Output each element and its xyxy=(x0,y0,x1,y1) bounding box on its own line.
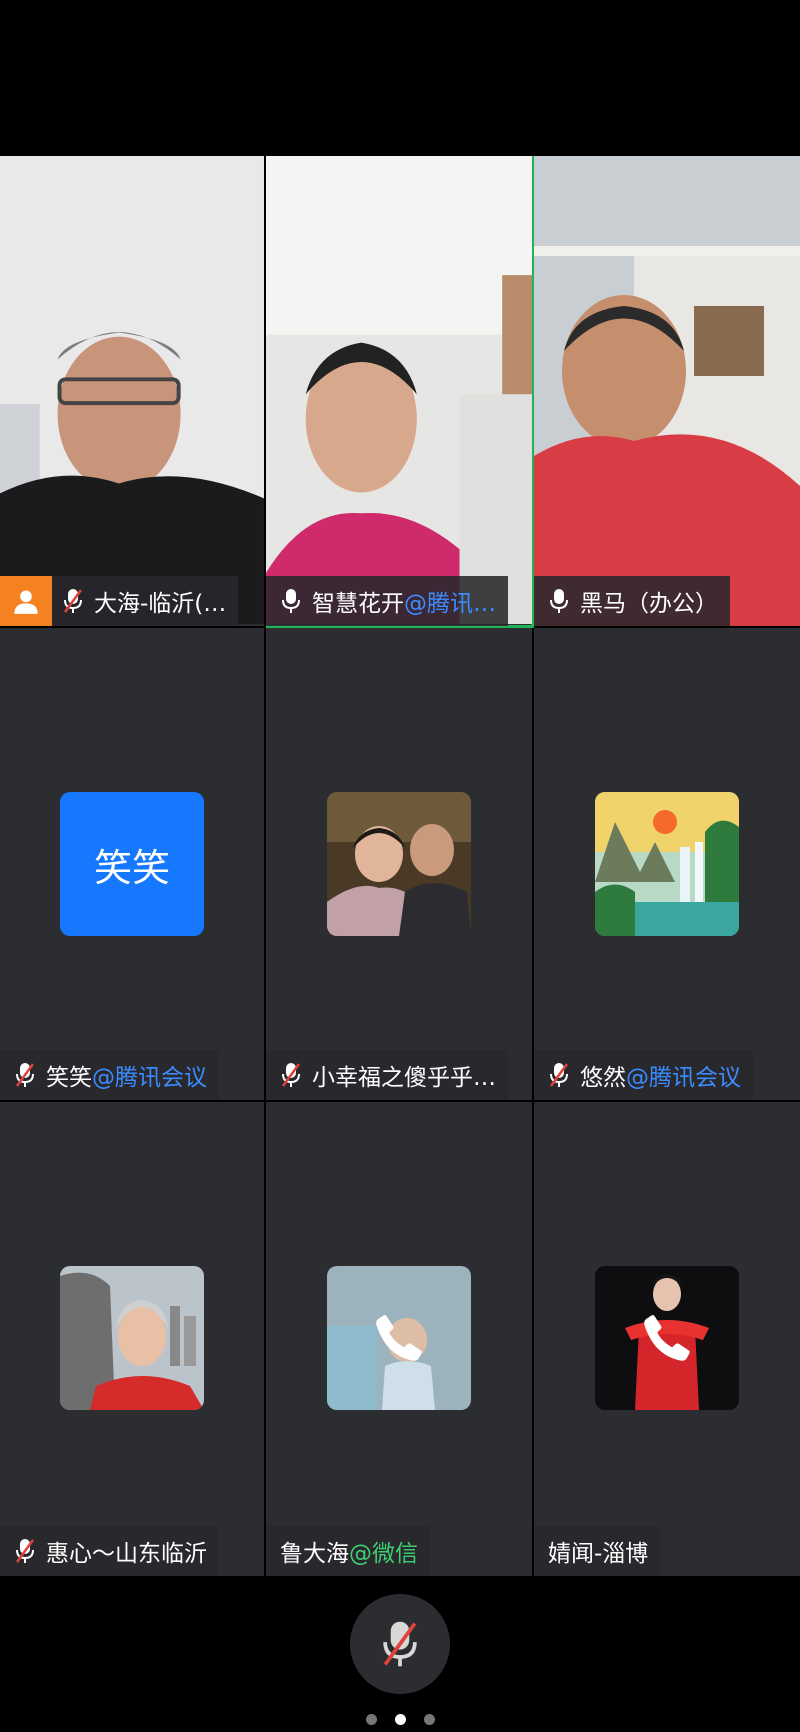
participant-name-2: 智慧花开@腾讯… xyxy=(312,591,496,617)
mic-muted-icon xyxy=(383,1621,417,1667)
avatar-8 xyxy=(327,1266,471,1410)
avatar-5 xyxy=(327,792,471,936)
participant-tile-2[interactable]: 智慧花开@腾讯… xyxy=(266,156,534,628)
mic-muted-icon xyxy=(14,1537,36,1565)
page-dot-1[interactable] xyxy=(365,1714,377,1725)
participant-name-9: 婧闻-淄博 xyxy=(548,1541,649,1567)
avatar-6 xyxy=(595,792,739,936)
nameplate-9: 婧闻-淄博 xyxy=(534,1526,661,1576)
nameplate-5: 小幸福之傻乎乎… xyxy=(266,1050,508,1100)
participant-tile-8[interactable]: 鲁大海@微信 xyxy=(266,1102,534,1576)
avatar-7 xyxy=(60,1266,204,1410)
participant-video-2 xyxy=(266,156,532,625)
bottom-toolbar xyxy=(0,1576,800,1732)
nameplate-3: 黑马（办公） xyxy=(534,576,730,626)
mic-muted-icon xyxy=(14,1061,36,1089)
phone-icon xyxy=(644,1314,690,1361)
participant-video-3 xyxy=(534,156,800,626)
participant-tile-3[interactable]: 黑马（办公） xyxy=(534,156,800,628)
phone-icon xyxy=(376,1314,422,1361)
mute-toggle-button[interactable] xyxy=(350,1594,450,1694)
participant-name-6: 悠然@腾讯会议 xyxy=(580,1065,741,1091)
participant-name-8: 鲁大海@微信 xyxy=(280,1541,418,1567)
mic-muted-icon xyxy=(548,1061,570,1089)
participant-name-7: 惠心～山东临沂 xyxy=(46,1541,207,1567)
nameplate-6: 悠然@腾讯会议 xyxy=(534,1050,753,1100)
mic-on-icon xyxy=(548,587,570,615)
video-grid: 大海-临沂(… 智慧花开@腾讯… 黑马（办公） 笑笑 笑笑@腾讯会议 小幸福之傻… xyxy=(0,156,800,1576)
page-dot-2[interactable] xyxy=(394,1714,406,1725)
nameplate-7: 惠心～山东临沂 xyxy=(0,1526,219,1576)
nameplate-1: 大海-临沂(… xyxy=(0,576,239,626)
participant-tile-5[interactable]: 小幸福之傻乎乎… xyxy=(266,628,534,1102)
nameplate-2: 智慧花开@腾讯… xyxy=(266,576,508,626)
participant-name-4: 笑笑@腾讯会议 xyxy=(46,1065,207,1091)
nameplate-4: 笑笑@腾讯会议 xyxy=(0,1050,219,1100)
participant-tile-4[interactable]: 笑笑 笑笑@腾讯会议 xyxy=(0,628,266,1102)
mic-muted-icon xyxy=(62,587,84,615)
host-badge xyxy=(0,576,52,626)
person-icon xyxy=(14,590,38,614)
participant-tile-1[interactable]: 大海-临沂(… xyxy=(0,156,266,628)
page-indicator xyxy=(0,1714,800,1725)
mic-muted-icon xyxy=(280,1061,302,1089)
mic-on-icon xyxy=(280,587,302,615)
participant-tile-6[interactable]: 悠然@腾讯会议 xyxy=(534,628,800,1102)
participant-tile-9[interactable]: 婧闻-淄博 xyxy=(534,1102,800,1576)
participant-video-1 xyxy=(0,156,264,625)
participant-name-5: 小幸福之傻乎乎… xyxy=(312,1065,496,1091)
page-dot-3[interactable] xyxy=(423,1714,435,1725)
avatar-4: 笑笑 xyxy=(60,792,204,936)
participant-name-1: 大海-临沂(… xyxy=(94,591,227,617)
participant-tile-7[interactable]: 惠心～山东临沂 xyxy=(0,1102,266,1576)
avatar-9 xyxy=(595,1266,739,1410)
nameplate-8: 鲁大海@微信 xyxy=(266,1526,430,1576)
participant-name-3: 黑马（办公） xyxy=(580,591,718,617)
